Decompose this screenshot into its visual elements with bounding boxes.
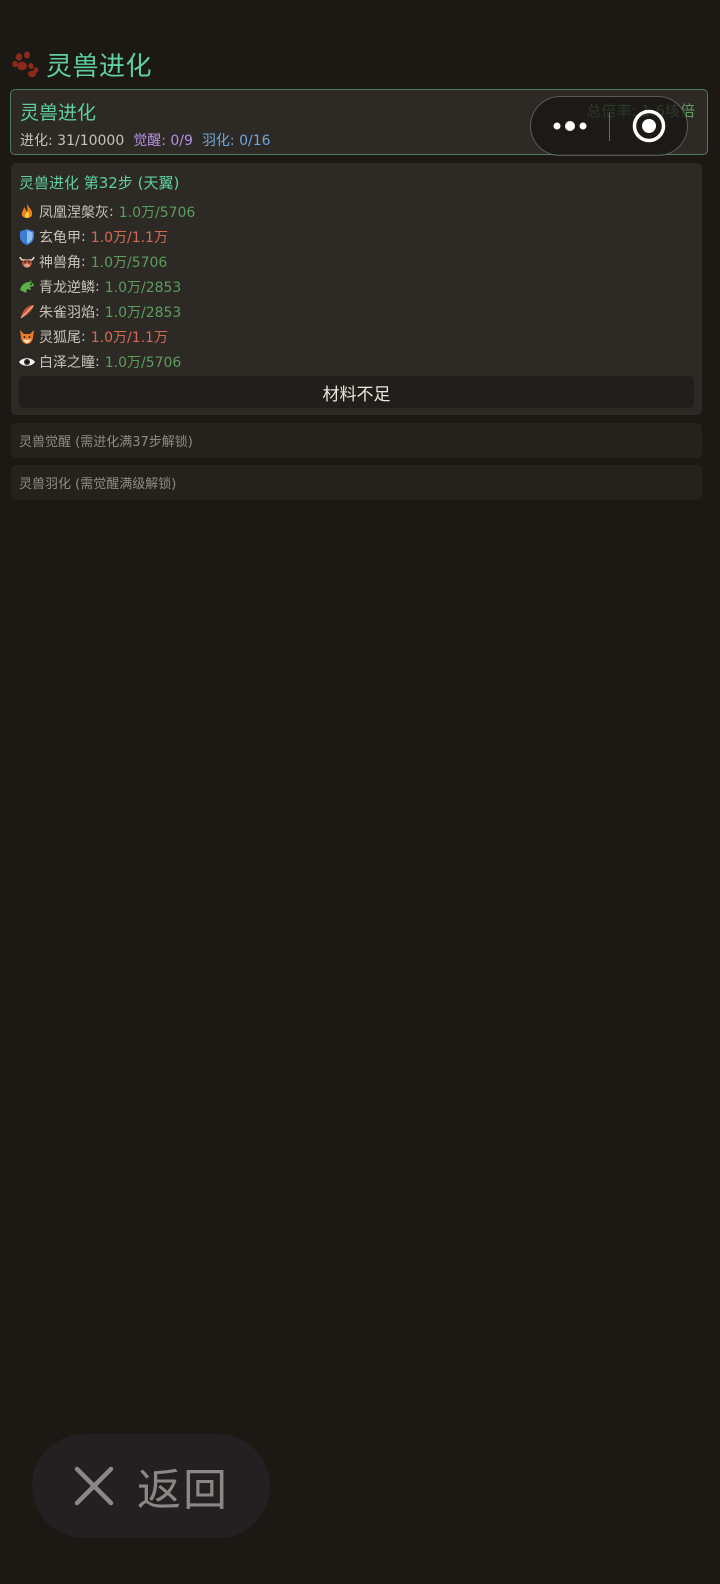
- material-name: 白泽之瞳: [39, 354, 95, 371]
- feather-locked-section[interactable]: 灵兽羽化 (需觉醒满级解锁): [11, 465, 702, 500]
- awaken-locked-label: 灵兽觉醒 (需进化满37步解锁): [19, 435, 193, 450]
- close-x-icon: [74, 1466, 114, 1506]
- eye-icon: [18, 353, 36, 371]
- step-title: 灵兽进化 第32步 (天翼): [19, 174, 180, 192]
- material-row: 朱雀羽焰: 1.0万/2853: [18, 299, 195, 324]
- evolution-step-card: 灵兽进化 第32步 (天翼) 凤凰涅槃灰: 1.0万/5706 玄龟甲: 1.0…: [11, 163, 702, 415]
- material-colon: :: [109, 203, 114, 220]
- page-header: 灵兽进化: [10, 44, 152, 84]
- awaken-locked-section[interactable]: 灵兽觉醒 (需进化满37步解锁): [11, 423, 702, 458]
- material-row: 神兽角: 1.0万/5706: [18, 249, 195, 274]
- menu-capsule: [530, 96, 688, 156]
- back-button[interactable]: 返回: [32, 1434, 270, 1538]
- evolve-progress: 进化: 31/10000: [20, 133, 125, 149]
- material-name: 灵狐尾: [39, 329, 81, 346]
- material-row: 灵狐尾: 1.0万/1.1万: [18, 324, 195, 349]
- material-colon: :: [81, 253, 86, 270]
- feather-icon: [18, 303, 36, 321]
- material-list: 凤凰涅槃灰: 1.0万/5706 玄龟甲: 1.0万/1.1万 神兽角: 1.…: [18, 199, 195, 374]
- material-value: 1.0万/2853: [104, 279, 182, 296]
- material-value: 1.0万/5706: [90, 254, 168, 271]
- page-title: 灵兽进化: [46, 51, 153, 82]
- awaken-progress: 觉醒: 0/9: [133, 133, 193, 149]
- material-row: 青龙逆鳞: 1.0万/2853: [18, 274, 195, 299]
- insufficient-materials-button[interactable]: 材料不足: [19, 376, 694, 408]
- material-value: 1.0万/1.1万: [90, 229, 168, 246]
- material-colon: :: [81, 328, 86, 345]
- material-value: 1.0万/1.1万: [90, 329, 168, 346]
- material-colon: :: [95, 353, 100, 370]
- fire-icon: [18, 203, 36, 221]
- summary-stats: 进化: 31/10000 觉醒: 0/9 羽化: 0/16: [20, 130, 271, 150]
- target-close-icon[interactable]: [610, 97, 688, 155]
- shield-icon: [18, 228, 36, 246]
- material-colon: :: [95, 278, 100, 295]
- material-row: 白泽之瞳: 1.0万/5706: [18, 349, 195, 374]
- dragon-icon: [18, 278, 36, 296]
- material-row: 凤凰涅槃灰: 1.0万/5706: [18, 199, 195, 224]
- material-name: 凤凰涅槃灰: [39, 204, 109, 221]
- material-name: 神兽角: [39, 254, 81, 271]
- material-value: 1.0万/5706: [104, 354, 182, 371]
- material-value: 1.0万/2853: [104, 304, 182, 321]
- ox-icon: [18, 253, 36, 271]
- material-value: 1.0万/5706: [118, 204, 196, 221]
- material-name: 青龙逆鳞: [39, 279, 95, 296]
- more-dots-icon[interactable]: [531, 97, 609, 155]
- summary-title: 灵兽进化: [20, 102, 97, 124]
- feather-progress: 羽化: 0/16: [201, 133, 271, 149]
- feather-locked-label: 灵兽羽化 (需觉醒满级解锁): [19, 477, 177, 492]
- material-colon: :: [81, 228, 86, 245]
- paw-icon: [10, 49, 40, 79]
- material-name: 玄龟甲: [39, 229, 81, 246]
- material-name: 朱雀羽焰: [39, 304, 95, 321]
- material-row: 玄龟甲: 1.0万/1.1万: [18, 224, 195, 249]
- fox-icon: [18, 328, 36, 346]
- back-label: 返回: [137, 1465, 229, 1516]
- material-colon: :: [95, 303, 100, 320]
